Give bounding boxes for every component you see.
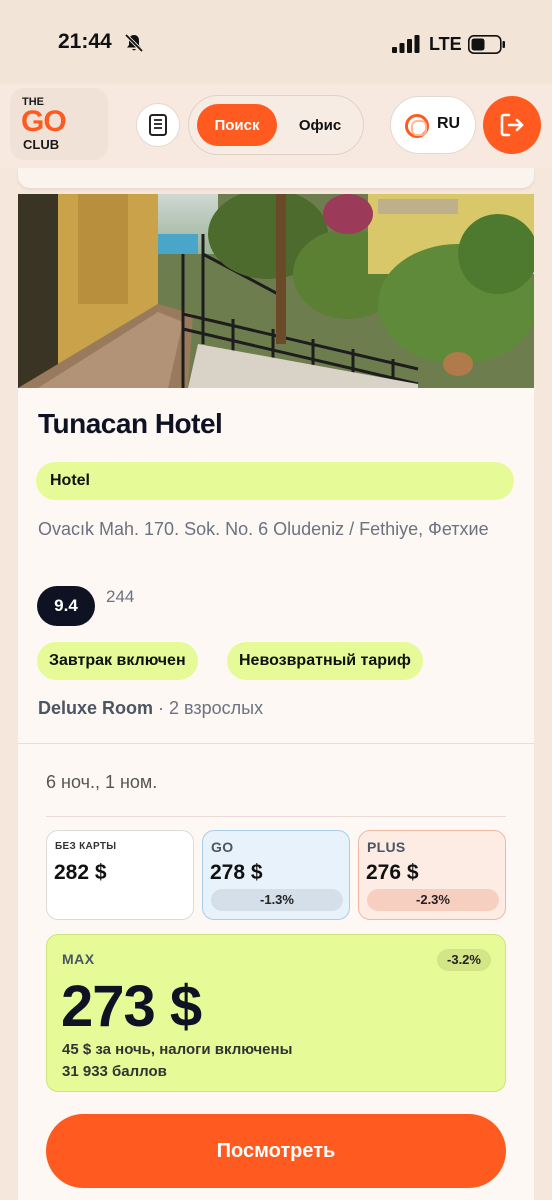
book-icon <box>149 114 167 136</box>
globe-icon <box>405 114 429 138</box>
price-label: MAX <box>62 951 95 967</box>
hotel-photo[interactable] <box>18 194 534 388</box>
hotel-name[interactable]: Tunacan Hotel <box>38 408 223 440</box>
status-bar: 21:44 LTE <box>0 0 552 88</box>
price-value: 276 $ <box>366 861 419 884</box>
hotel-type-badge: Hotel <box>36 462 514 500</box>
status-time: 21:44 <box>58 30 112 53</box>
logout-button[interactable] <box>483 96 541 154</box>
logout-icon <box>500 113 524 137</box>
discount-badge: -3.2% <box>437 949 491 971</box>
reviews-count: 244 <box>106 587 135 606</box>
go-club-logo[interactable]: THE GO CLUB <box>10 88 108 160</box>
points-info: 31 933 баллов <box>62 1063 167 1080</box>
price-option-max[interactable]: MAX -3.2% 273 $ 45 $ за ночь, налоги вкл… <box>46 934 506 1092</box>
rating-badge: 9.4 <box>37 586 95 626</box>
battery-icon <box>468 35 505 54</box>
guests-info: · 2 взрослых <box>153 698 264 718</box>
price-label: GO <box>211 839 234 855</box>
tab-office[interactable]: Офис <box>283 104 357 146</box>
tag-breakfast: Завтрак включен <box>37 642 198 680</box>
mode-toggle: Поиск Офис <box>188 95 364 155</box>
logo-text-go: GO <box>21 105 67 138</box>
price-option-no-card[interactable]: БЕЗ КАРТЫ 282 $ <box>46 830 194 920</box>
network-label: LTE <box>429 34 462 54</box>
hotel-card: Tunacan Hotel Hotel Ovacık Mah. 170. Sok… <box>18 194 534 1200</box>
price-label: БЕЗ КАРТЫ <box>55 841 117 852</box>
price-option-go[interactable]: GO 278 $ -1.3% <box>202 830 350 920</box>
price-label: PLUS <box>367 839 406 855</box>
bell-off-icon <box>124 33 144 53</box>
room-name: Deluxe Room <box>38 698 154 718</box>
tag-non-refundable: Невозвратный тариф <box>227 642 423 680</box>
divider <box>18 743 534 744</box>
discount-badge: -2.3% <box>367 889 499 911</box>
hotel-photo-image <box>18 194 534 388</box>
hotel-address: Ovacık Mah. 170. Sok. No. 6 Oludeniz / F… <box>38 519 489 539</box>
book-button[interactable] <box>136 103 180 147</box>
view-button[interactable]: Посмотреть <box>46 1114 506 1188</box>
previous-card-edge <box>18 168 534 188</box>
divider <box>46 816 506 817</box>
price-value: 282 $ <box>54 861 107 884</box>
tab-search[interactable]: Поиск <box>197 104 277 146</box>
price-option-plus[interactable]: PLUS 276 $ -2.3% <box>358 830 506 920</box>
language-button[interactable]: RU <box>390 96 476 154</box>
signal-icon <box>392 35 420 53</box>
language-label: RU <box>437 115 461 132</box>
logo-text-club: CLUB <box>23 137 60 152</box>
stay-summary: 6 ноч., 1 ном. <box>46 772 158 792</box>
price-per-night: 45 $ за ночь, налоги включены <box>62 1041 293 1058</box>
max-price-value: 273 $ <box>61 974 202 1039</box>
discount-badge: -1.3% <box>211 889 343 911</box>
room-info: Deluxe Room · 2 взрослых <box>38 698 263 719</box>
price-value: 278 $ <box>210 861 263 884</box>
